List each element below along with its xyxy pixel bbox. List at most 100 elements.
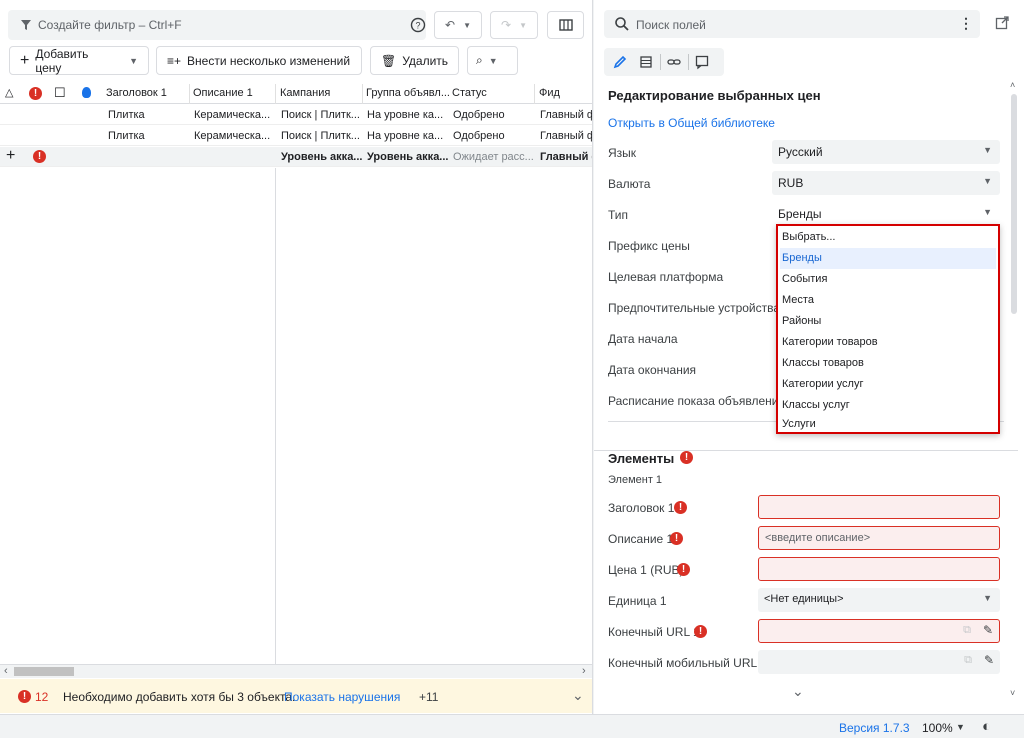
col-header-status[interactable]: Статус (452, 87, 487, 99)
dropdown-option[interactable]: Классы услуг (780, 395, 996, 416)
left-pane: Создайте фильтр – Ctrl+F ? ↶ ▼ ↷ ▼ + Добав… (0, 0, 593, 714)
version-link[interactable]: Версия 1.7.3 (839, 721, 910, 735)
type-select[interactable]: Бренды ▼ (772, 202, 1000, 226)
col-header-description[interactable]: Описание 1 (193, 87, 253, 99)
tab-edit-pencil-icon[interactable] (612, 54, 628, 70)
col-header-campaign[interactable]: Кампания (280, 87, 330, 99)
more-count: +11 (419, 690, 439, 704)
comment-icon[interactable]: ☐ (54, 85, 66, 101)
table-row[interactable]: Плитка Керамическа... Поиск | Плитк... Н… (0, 105, 592, 125)
col-divider (189, 84, 190, 104)
platform-label: Целевая платформа (608, 270, 724, 284)
redo-button[interactable]: ↷ ▼ (490, 11, 538, 39)
headline-input[interactable] (758, 495, 1000, 519)
filter-toolbar: Создайте фильтр – Ctrl+F ? ↶ ▼ ↷ ▼ (0, 10, 592, 42)
chevron-down-icon[interactable]: ⌄ (792, 683, 804, 700)
search-icon (614, 16, 630, 32)
bulk-changes-button[interactable]: ≡+ Внести несколько изменений (156, 46, 362, 75)
dropdown-option[interactable]: Классы товаров (780, 353, 996, 374)
price-input[interactable] (758, 557, 1000, 581)
svg-text:?: ? (415, 21, 420, 31)
cell-feed: Главный ф (540, 109, 592, 121)
search-placeholder: Поиск полей (636, 18, 706, 32)
horizontal-scrollbar[interactable]: ‹ › (0, 664, 592, 678)
col-header-feed[interactable]: Фид (539, 87, 560, 99)
dropdown-option[interactable]: Категории услуг (780, 374, 996, 395)
chevron-down-icon[interactable]: ▼ (956, 722, 965, 732)
currency-value: RUB (778, 176, 804, 190)
plus-icon[interactable]: + (6, 147, 15, 165)
brightness-icon[interactable]: ◐ (982, 718, 991, 735)
dropdown-option[interactable]: Услуги (780, 414, 996, 435)
headline-label: Заголовок 1 (608, 501, 675, 515)
warning-triangle-icon[interactable]: △ (5, 86, 13, 99)
chevron-down-icon: ▼ (983, 207, 992, 217)
devices-label: Предпочтительные устройства (608, 301, 781, 315)
elements-title: Элементы (608, 451, 675, 466)
description-input[interactable]: <введите описание> (758, 526, 1000, 550)
dropdown-option[interactable]: Районы (780, 311, 996, 332)
columns-icon (558, 19, 573, 31)
table-row[interactable]: Плитка Керамическа... Поиск | Плитк... Н… (0, 126, 592, 146)
zoom-level[interactable]: 100% (922, 721, 953, 735)
pencil-icon[interactable]: ✎ (983, 623, 993, 637)
summary-row[interactable]: + ! Уровень акка... Уровень акка... Ожид… (0, 147, 592, 167)
final-url-label: Конечный URL 1 (608, 625, 700, 639)
show-violations-link[interactable]: Показать нарушения (284, 690, 400, 704)
open-in-new-icon: ⧉ (964, 654, 972, 666)
scroll-down-icon[interactable]: ˅ (1010, 688, 1015, 698)
language-select[interactable]: Русский ▼ (772, 140, 1000, 164)
tab-divider (688, 54, 689, 70)
currency-select[interactable]: RUB ▼ (772, 171, 1000, 195)
col-divider (362, 84, 363, 104)
tab-link-icon[interactable] (666, 54, 682, 70)
prefix-label: Префикс цены (608, 239, 690, 253)
cell-description: Керамическа... (194, 109, 271, 121)
cell-status: Ожидает расс... (453, 151, 534, 163)
help-icon[interactable]: ? (410, 17, 426, 33)
unit-label: Единица 1 (608, 594, 667, 608)
scroll-up-icon[interactable]: ˄ (1010, 80, 1015, 90)
mobile-url-input[interactable]: ⧉ ✎ (758, 650, 1000, 674)
status-bar: Версия 1.7.3 100% ▼ ◐ (0, 714, 1024, 738)
scroll-thumb[interactable] (1011, 94, 1017, 314)
dropdown-option-selected[interactable]: Бренды (780, 248, 996, 269)
col-header-headline[interactable]: Заголовок 1 (106, 87, 167, 99)
description-placeholder: <введите описание> (765, 532, 871, 544)
dropdown-option[interactable]: Категории товаров (780, 332, 996, 353)
col-header-adgroup[interactable]: Группа объявл... (366, 87, 450, 99)
scroll-left-icon[interactable]: ‹ (4, 665, 8, 677)
delete-button[interactable]: 🗑 Удалить (370, 46, 459, 75)
scroll-thumb[interactable] (14, 667, 74, 676)
replace-button[interactable]: ⌕ ▼ (467, 46, 518, 75)
tab-table-icon[interactable] (638, 54, 654, 70)
open-in-new-icon[interactable] (994, 15, 1010, 31)
open-library-link[interactable]: Открыть в Общей библиотеке (608, 116, 775, 130)
action-toolbar: + Добавить цену ▼ ≡+ Внести несколько из… (0, 46, 592, 76)
undo-button[interactable]: ↶ ▼ (434, 11, 482, 39)
columns-button[interactable] (547, 11, 584, 39)
field-search-input[interactable]: Поиск полей ⋮ (604, 10, 980, 38)
section-title: Редактирование выбранных цен (608, 88, 821, 103)
pencil-icon[interactable]: ✎ (984, 653, 994, 667)
bulb-icon[interactable] (82, 87, 91, 98)
tab-comment-icon[interactable] (694, 54, 710, 70)
unit-select[interactable]: <Нет единицы> ▼ (758, 588, 1000, 612)
chevron-down-icon: ▼ (488, 55, 498, 66)
cell-adgroup: Уровень акка... (367, 151, 449, 163)
vertical-scrollbar[interactable]: ˄ ˅ (1010, 80, 1018, 700)
mobile-url-label: Конечный мобильный URL 1 (608, 656, 767, 670)
final-url-input[interactable]: ⧉ ✎ (758, 619, 1000, 643)
scroll-right-icon[interactable]: › (582, 665, 586, 677)
chevron-down-icon[interactable]: ⌄ (572, 687, 584, 704)
type-dropdown-list: Выбрать... Бренды События Места Районы К… (776, 224, 1000, 434)
filter-input[interactable]: Создайте фильтр – Ctrl+F ? (8, 10, 426, 40)
more-vert-icon[interactable]: ⋮ (959, 15, 973, 32)
add-price-button[interactable]: + Добавить цену ▼ (9, 46, 149, 75)
dropdown-option[interactable]: События (780, 269, 996, 290)
dropdown-option[interactable]: Выбрать... (780, 227, 996, 248)
type-label: Тип (608, 208, 629, 222)
error-icon[interactable]: ! (29, 87, 42, 100)
dropdown-option[interactable]: Места (780, 290, 996, 311)
error-icon[interactable]: ! (33, 150, 46, 163)
